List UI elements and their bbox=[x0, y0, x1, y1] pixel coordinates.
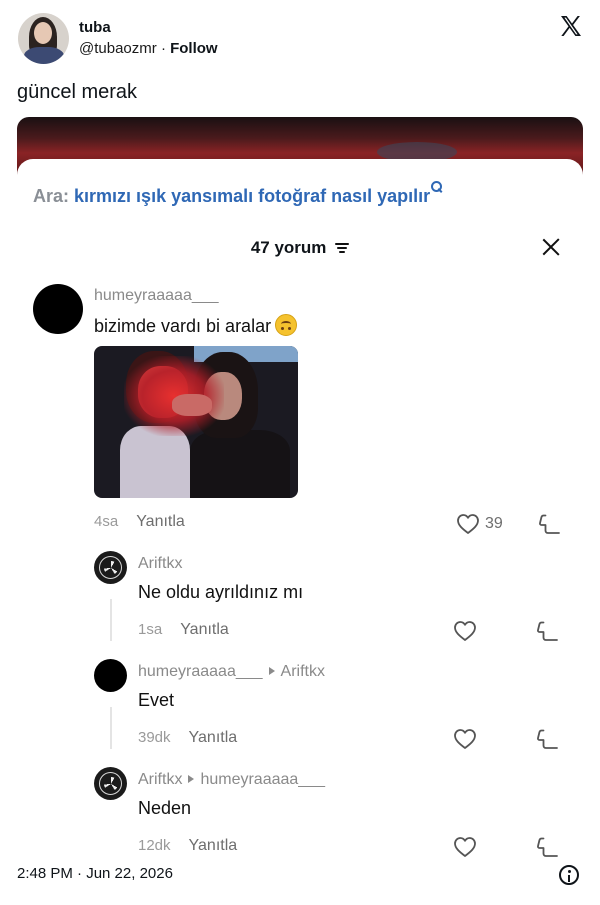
dislike-icon[interactable] bbox=[536, 835, 560, 857]
comments-sheet: Ara: kırmızı ışık yansımalı fotoğraf nas… bbox=[17, 159, 583, 857]
reply-button[interactable]: Yanıtla bbox=[136, 513, 185, 530]
comment-meta: 4sa Yanıtla bbox=[94, 512, 185, 532]
separator-dot: · bbox=[160, 40, 166, 57]
reply-button[interactable]: Yanıtla bbox=[189, 729, 238, 746]
heart-icon[interactable] bbox=[453, 620, 477, 642]
upside-down-face-icon bbox=[275, 314, 298, 336]
info-icon[interactable] bbox=[559, 865, 579, 885]
reply-button[interactable]: Yanıtla bbox=[189, 837, 238, 854]
comment-body: bizimde vardı bi aralar bbox=[94, 316, 272, 336]
dislike-icon[interactable] bbox=[536, 727, 560, 751]
follow-button[interactable]: Follow bbox=[170, 40, 218, 57]
reply-text: Neden bbox=[138, 798, 192, 818]
thread-line bbox=[110, 599, 112, 641]
reply-time: 1sa bbox=[138, 621, 163, 638]
author-info: tuba @tubaozmr · Follow bbox=[79, 19, 218, 59]
reply-to-username[interactable]: humeyraaaaa___ bbox=[200, 771, 325, 788]
search-suggestion[interactable]: Ara: kırmızı ışık yansımalı fotoğraf nas… bbox=[33, 181, 443, 208]
x-logo-icon[interactable] bbox=[559, 14, 583, 38]
reply-username[interactable]: Ariftkx bbox=[138, 554, 182, 574]
search-icon bbox=[431, 181, 443, 193]
comment-time: 4sa bbox=[94, 513, 119, 530]
reply-time: 12dk bbox=[138, 837, 171, 854]
close-icon[interactable] bbox=[541, 237, 561, 257]
author-handle[interactable]: @tubaozmr bbox=[79, 40, 157, 57]
replier-avatar[interactable] bbox=[94, 551, 127, 584]
comment-username[interactable]: humeyraaaaa___ bbox=[94, 286, 219, 306]
reply-arrow-icon bbox=[188, 775, 195, 783]
reply-text: Evet bbox=[138, 690, 175, 710]
reply-arrow-icon bbox=[268, 667, 275, 675]
replier-avatar[interactable] bbox=[94, 767, 127, 800]
like-count: 39 bbox=[485, 515, 503, 532]
dislike-icon[interactable] bbox=[536, 619, 560, 643]
reply-button[interactable]: Yanıtla bbox=[180, 621, 229, 638]
comments-header: 47 yorum bbox=[17, 235, 583, 261]
reply-username[interactable]: humeyraaaaa___ bbox=[138, 663, 263, 680]
embedded-screenshot[interactable]: Ara: kırmızı ışık yansımalı fotoğraf nas… bbox=[17, 117, 583, 857]
comments-count: 47 yorum bbox=[250, 238, 327, 257]
heart-icon[interactable] bbox=[456, 513, 480, 535]
reply-meta: 12dk Yanıtla bbox=[138, 836, 237, 856]
author-name[interactable]: tuba bbox=[79, 19, 218, 37]
search-prefix: Ara: bbox=[33, 186, 70, 206]
reply-time: 39dk bbox=[138, 729, 171, 746]
search-query[interactable]: kırmızı ışık yansımalı fotoğraf nasıl ya… bbox=[74, 186, 430, 206]
tweet-header: tuba @tubaozmr · Follow bbox=[17, 12, 583, 66]
reply-username[interactable]: Ariftkx bbox=[138, 771, 182, 788]
comment-photo[interactable] bbox=[94, 346, 298, 498]
heart-icon[interactable] bbox=[453, 728, 477, 750]
commenter-avatar[interactable] bbox=[33, 284, 83, 334]
replier-avatar[interactable] bbox=[94, 659, 127, 692]
reply-text: Ne oldu ayrıldınız mı bbox=[138, 582, 304, 602]
thread-line bbox=[110, 707, 112, 749]
comment-text: bizimde vardı bi aralar bbox=[94, 314, 298, 338]
reply-username-line: humeyraaaaa___ Ariftkx bbox=[138, 662, 325, 682]
author-avatar[interactable] bbox=[18, 13, 69, 64]
reply-to-username[interactable]: Ariftkx bbox=[281, 663, 325, 680]
reply-meta: 39dk Yanıtla bbox=[138, 728, 237, 748]
sort-icon[interactable] bbox=[335, 242, 350, 254]
tweet-text: güncel merak bbox=[17, 81, 138, 103]
tweet-timestamp[interactable]: 2:48 PM · Jun 22, 2026 bbox=[17, 864, 173, 884]
dislike-icon[interactable] bbox=[538, 512, 562, 536]
heart-icon[interactable] bbox=[453, 836, 477, 857]
reply-meta: 1sa Yanıtla bbox=[138, 620, 229, 640]
reply-username-line: Ariftkx humeyraaaaa___ bbox=[138, 770, 325, 790]
author-handle-line: @tubaozmr · Follow bbox=[79, 39, 218, 59]
